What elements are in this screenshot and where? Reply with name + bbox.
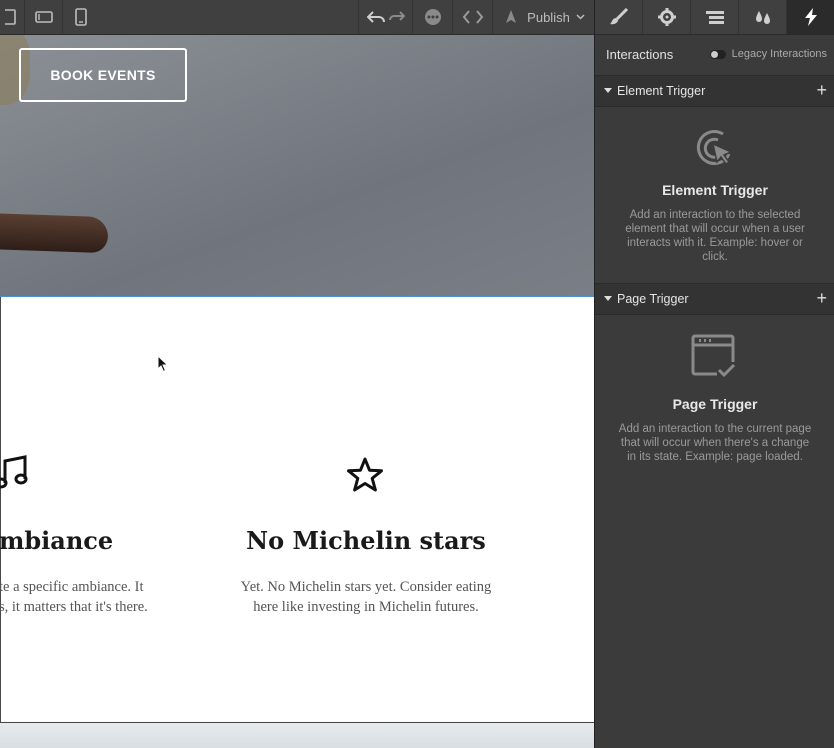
design-canvas[interactable]: BOOK EVENTS mbiance te a specific ambian… <box>0 35 594 748</box>
tablet-landscape-icon[interactable] <box>24 0 63 34</box>
style-manager-drops-icon[interactable] <box>739 0 787 34</box>
feature-title-michelin: No Michelin stars <box>246 526 486 555</box>
element-trigger-section-label: Element Trigger <box>617 84 706 98</box>
hero-section[interactable]: BOOK EVENTS <box>0 35 594 297</box>
page-trigger-description: Add an interaction to the current page t… <box>618 423 812 463</box>
next-section-preview[interactable] <box>0 722 594 748</box>
panel-title: Interactions <box>606 47 674 62</box>
mouse-cursor-icon <box>157 354 169 378</box>
toggle-switch[interactable] <box>709 49 726 59</box>
hero-background-knife <box>0 212 109 254</box>
interactions-header: Interactions Legacy Interactions <box>595 35 834 76</box>
code-icon[interactable] <box>452 0 493 34</box>
element-trigger-title: Element Trigger <box>662 182 768 198</box>
undo-redo-group <box>358 0 413 34</box>
chevron-down-icon <box>576 14 585 20</box>
style-brush-icon[interactable] <box>595 0 643 34</box>
caret-down-icon <box>604 88 612 93</box>
feature-text-line: here like investing in Michelin futures. <box>253 599 479 615</box>
settings-gear-icon[interactable] <box>643 0 691 34</box>
star-icon <box>346 457 384 498</box>
add-element-trigger-plus-icon[interactable]: + <box>816 80 827 101</box>
page-trigger-title: Page Trigger <box>672 396 758 412</box>
panel-tabs <box>595 0 834 35</box>
page-trigger-section-header[interactable]: Page Trigger + <box>595 283 834 315</box>
page-trigger-browser-check-icon <box>691 334 737 385</box>
undo-icon[interactable] <box>367 10 385 24</box>
book-events-button[interactable]: BOOK EVENTS <box>19 48 187 102</box>
redo-icon[interactable] <box>389 10 405 24</box>
add-page-trigger-plus-icon[interactable]: + <box>816 288 827 309</box>
designer-toolbar: Publish <box>0 0 594 35</box>
music-note-icon <box>0 455 29 496</box>
caret-down-icon <box>604 296 612 301</box>
legacy-label: Legacy Interactions <box>731 48 827 60</box>
publish-rocket-icon <box>503 9 519 25</box>
mobile-icon[interactable] <box>62 0 99 34</box>
element-trigger-section-header[interactable]: Element Trigger + <box>595 75 834 107</box>
element-trigger-cursor-target-icon <box>693 126 737 175</box>
legacy-interactions-toggle[interactable]: Legacy Interactions <box>709 48 827 60</box>
feature-text-line: Yet. No Michelin stars yet. Consider eat… <box>240 579 492 595</box>
element-trigger-description: Add an interaction to the selected eleme… <box>625 209 805 263</box>
page-trigger-section-label: Page Trigger <box>617 292 689 306</box>
desktop-icon[interactable] <box>0 0 24 34</box>
publish-label: Publish <box>527 9 570 25</box>
feature-text-line: s, it matters that it's there. <box>0 599 148 615</box>
navigator-icon[interactable] <box>691 0 739 34</box>
feature-text-michelin: Yet. No Michelin stars yet. Consider eat… <box>216 577 516 617</box>
publish-button[interactable]: Publish <box>492 0 595 34</box>
feature-text-ambiance: te a specific ambiance. It s, it matters… <box>0 577 148 617</box>
feature-text-line: te a specific ambiance. It <box>0 579 144 595</box>
more-icon[interactable] <box>412 0 453 34</box>
interactions-panel: Interactions Legacy Interactions Element… <box>594 0 834 748</box>
features-section[interactable]: mbiance te a specific ambiance. It s, it… <box>0 297 594 722</box>
feature-title-ambiance: mbiance <box>0 526 114 555</box>
interactions-bolt-icon[interactable] <box>787 0 834 34</box>
